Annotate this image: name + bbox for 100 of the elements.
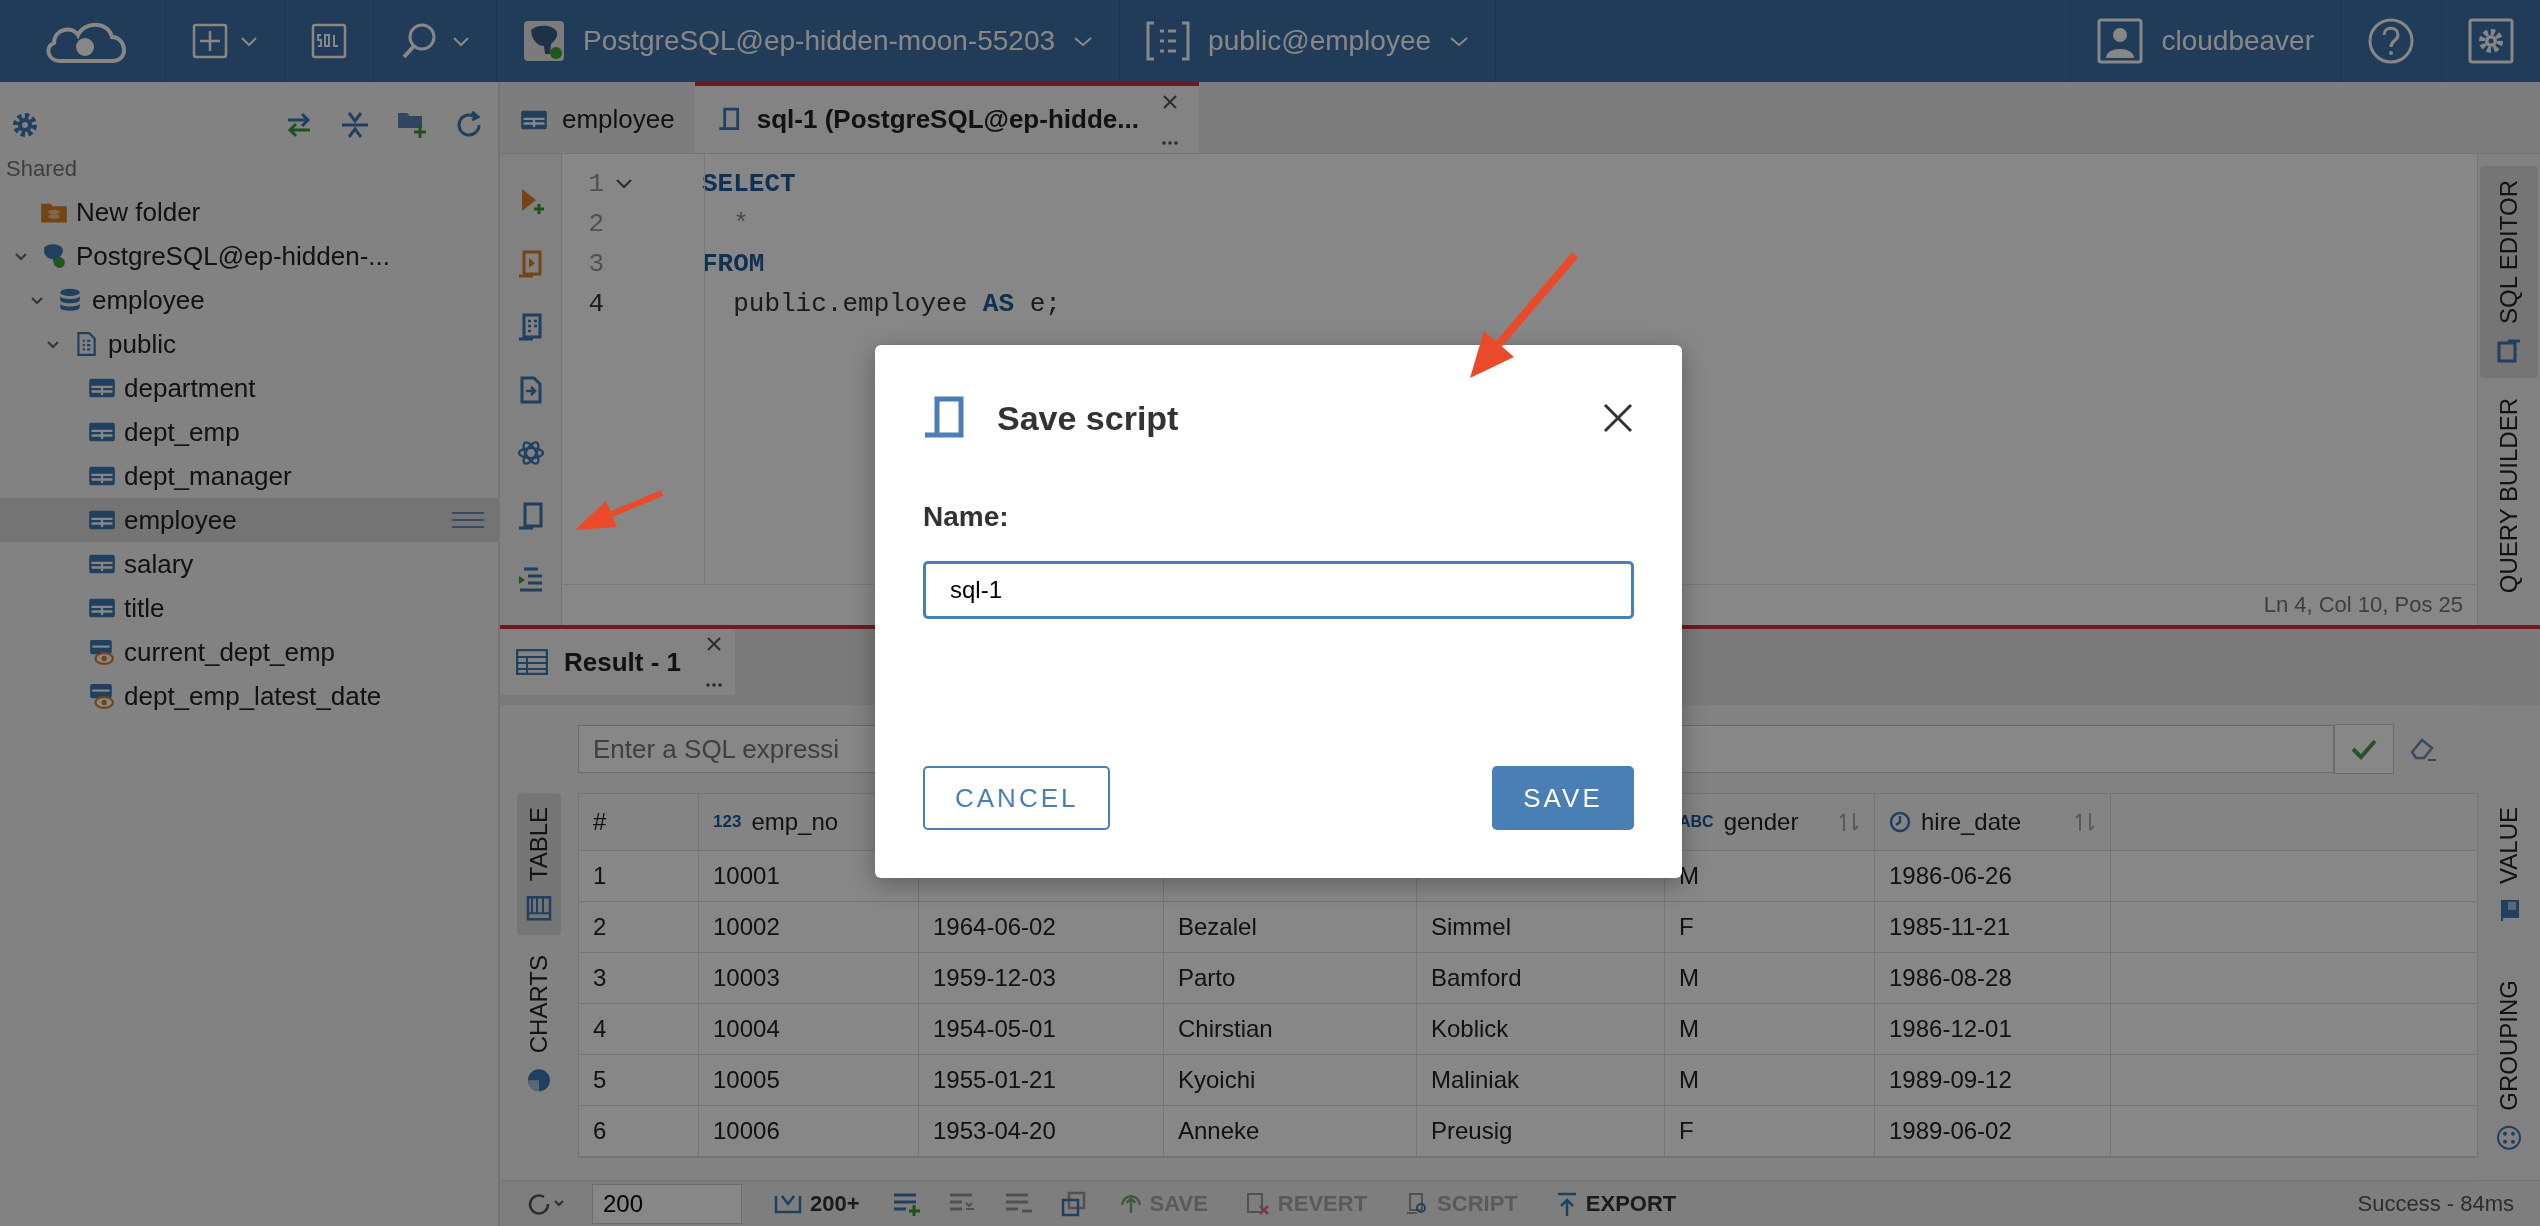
apply-filter-button[interactable] (2334, 724, 2394, 774)
tree-item[interactable]: salary (0, 542, 498, 586)
eraser-icon[interactable] (2408, 736, 2438, 762)
table-cell: Maliniak (1431, 1066, 1520, 1094)
tree-item[interactable]: title (0, 586, 498, 630)
clock-icon (1889, 811, 1911, 833)
settings-icon (2468, 18, 2514, 64)
view-tab[interactable]: CHARTS (517, 941, 561, 1108)
tree-item[interactable]: dept_emp_latest_date (0, 674, 498, 718)
table-cell: 1986-08-28 (1889, 964, 2012, 992)
settings-icon[interactable] (10, 110, 40, 140)
side-tab[interactable]: SQL EDITOR (2480, 166, 2538, 379)
panel-tab[interactable]: GROUPING (2487, 965, 2531, 1165)
tree-item[interactable]: dept_emp (0, 410, 498, 454)
table-cell: F (1679, 913, 1694, 941)
table-cell: Chirstian (1178, 1015, 1273, 1043)
table-cell: 10004 (713, 1015, 780, 1043)
schema-icon (1146, 21, 1191, 61)
column-header[interactable]: # (579, 794, 699, 850)
more-icon[interactable] (705, 682, 724, 688)
view-icon (88, 639, 116, 665)
user-menu[interactable]: cloudbeaver (2071, 0, 2340, 82)
table-cell: Preusig (1431, 1117, 1513, 1145)
pie-chart-icon (526, 1067, 552, 1094)
tree-item[interactable]: PostgreSQL@ep-hidden-... (0, 234, 498, 278)
tree-item[interactable]: department (0, 366, 498, 410)
table-cell: 1986-12-01 (1889, 1015, 2012, 1043)
revert-icon (1245, 1191, 1270, 1216)
fetch-more-button[interactable]: 200+ (768, 1189, 866, 1218)
table-cell: 1985-11-21 (1889, 913, 2010, 941)
table-cell: 1989-09-12 (1889, 1066, 2012, 1094)
code-line: public.employee AS e; (732, 289, 1061, 319)
code-line: FROM (702, 249, 765, 279)
table-cell: 1964-06-02 (933, 913, 1056, 941)
table-cell: 1986-06-26 (1889, 862, 2012, 890)
plus-icon (192, 23, 228, 59)
caret-icon (240, 35, 258, 47)
fetch-size-field[interactable]: 200 (592, 1183, 742, 1224)
status-text: Success - 84ms (2357, 1190, 2515, 1217)
export-icon (1555, 1191, 1578, 1216)
fold-icon[interactable] (614, 177, 634, 191)
row-number: 6 (593, 1117, 607, 1145)
tree-item[interactable]: New folder (0, 190, 498, 234)
row-number: 3 (593, 964, 607, 992)
table-cell: M (1679, 1015, 1699, 1043)
sort-icon[interactable] (2074, 811, 2096, 833)
upload-icon (1119, 1193, 1142, 1214)
table-cell: Koblick (1431, 1015, 1509, 1043)
tree-item[interactable]: employee (0, 278, 498, 322)
new-folder-icon[interactable] (396, 110, 428, 140)
schema-selector[interactable]: public@employee (1120, 0, 1496, 82)
tree-item[interactable]: dept_manager (0, 454, 498, 498)
result-tab[interactable]: Result - 1 (500, 629, 736, 695)
table-icon (516, 649, 548, 675)
collapse-icon[interactable] (340, 111, 370, 139)
table-cell: 1989-06-02 (1889, 1117, 2012, 1145)
table-cell: 1954-05-01 (933, 1015, 1056, 1043)
editor-tab[interactable]: sql-1 (PostgreSQL@ep-hidde... (694, 82, 1199, 153)
section-label: Shared (5, 155, 78, 183)
name-field[interactable]: sql-1 (923, 561, 1634, 619)
save-button[interactable]: SAVE (1492, 766, 1634, 830)
table-cell: 1959-12-03 (933, 964, 1056, 992)
view-tab[interactable]: TABLE (517, 793, 561, 936)
table-cell: 10003 (713, 964, 780, 992)
script-icon (2496, 338, 2522, 365)
view-icon (88, 683, 116, 709)
more-icon[interactable] (1160, 139, 1179, 146)
grouping-icon (2496, 1124, 2522, 1151)
tree-item[interactable]: employee (0, 498, 498, 542)
table-cell: 1953-04-20 (933, 1117, 1056, 1145)
help-icon (2367, 17, 2415, 65)
column-header[interactable]: hire_date (1875, 794, 2111, 850)
connection-selector[interactable]: PostgreSQL@ep-hidden-moon-55203 (497, 0, 1120, 82)
copy-icon[interactable] (1059, 1189, 1088, 1218)
tree-item[interactable]: current_dept_emp (0, 630, 498, 674)
sql-icon (311, 23, 347, 59)
cancel-button[interactable]: CANCEL (923, 766, 1111, 830)
panel-tab[interactable]: VALUE (2487, 793, 2531, 936)
table-cell: 1955-01-21 (933, 1066, 1056, 1094)
cursor-position: Ln 4, Col 10, Pos 25 (2263, 592, 2463, 618)
editor-tab[interactable]: employee (500, 82, 695, 153)
table-cell: 10001 (713, 862, 780, 890)
sort-icon[interactable] (1838, 811, 1860, 833)
table-cell: 10006 (713, 1117, 780, 1145)
line-number: 4 (587, 289, 604, 319)
row-number: 2 (593, 913, 607, 941)
menu-icon[interactable] (452, 511, 484, 529)
row-number: 1 (593, 862, 607, 890)
table-cell: M (1679, 862, 1699, 890)
side-tab[interactable]: QUERY BUILDER (2480, 384, 2538, 608)
user-icon (2097, 18, 2144, 64)
table-cell: Bezalel (1178, 913, 1257, 941)
dialog-title: Save script (997, 398, 1179, 438)
field-label: Name: (923, 501, 1009, 533)
table-cell: Kyoichi (1178, 1066, 1256, 1094)
close-icon[interactable] (1602, 402, 1634, 434)
toolbar-button[interactable]: EXPORT (1549, 1189, 1683, 1218)
check-icon (2350, 737, 2378, 761)
tree-item[interactable]: public (0, 322, 498, 366)
table-cell: M (1679, 964, 1699, 992)
